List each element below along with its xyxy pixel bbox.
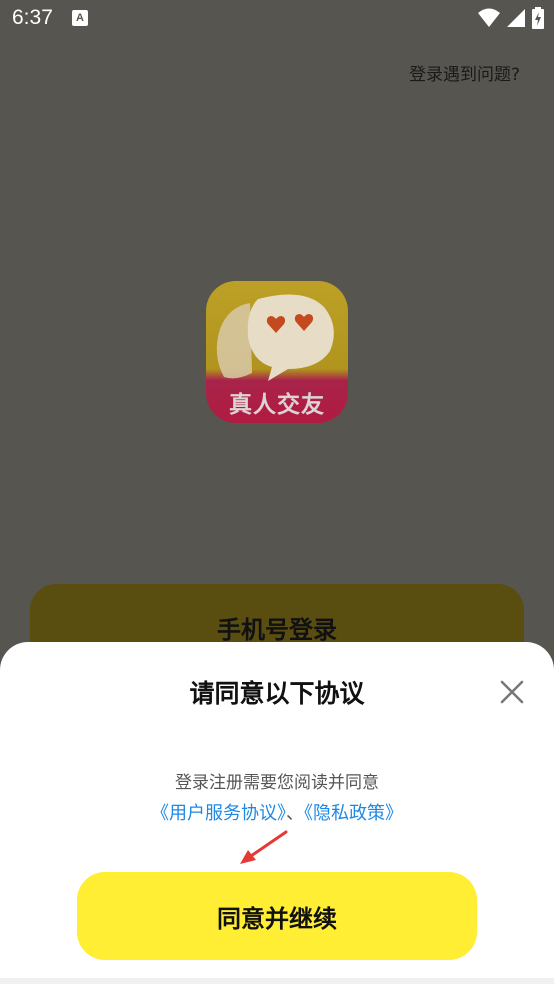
agreement-description: 登录注册需要您阅读并同意: [175, 773, 379, 793]
status-time: 6:37: [12, 6, 53, 29]
link-separator: 、: [286, 803, 304, 824]
notification-a-icon: A: [72, 10, 88, 26]
user-agreement-link[interactable]: 《用户服务协议》: [151, 803, 286, 824]
agreement-links: 《用户服务协议》、《隐私政策》: [0, 799, 554, 825]
battery-icon: [532, 7, 544, 29]
dialog-title: 请同意以下协议: [189, 679, 365, 708]
login-help-link[interactable]: 登录遇到问题?: [409, 60, 520, 85]
app-logo: 真人交友: [206, 281, 348, 423]
close-icon[interactable]: [496, 676, 528, 708]
phone-login-label: 手机号登录: [217, 616, 337, 644]
logo-text: 真人交友: [229, 392, 325, 418]
wifi-icon: [478, 8, 500, 27]
red-arrow-icon: [240, 830, 288, 864]
status-bar: 6:37 A: [0, 0, 554, 38]
privacy-policy-link[interactable]: 《隐私政策》: [304, 803, 403, 824]
signal-icon: [507, 9, 525, 27]
system-icons: [478, 6, 544, 30]
agree-continue-button[interactable]: 同意并继续: [77, 872, 477, 960]
navigation-strip: [0, 978, 554, 984]
agreement-dialog: 请同意以下协议 登录注册需要您阅读并同意 《用户服务协议》、《隐私政策》 同意并…: [0, 642, 554, 984]
